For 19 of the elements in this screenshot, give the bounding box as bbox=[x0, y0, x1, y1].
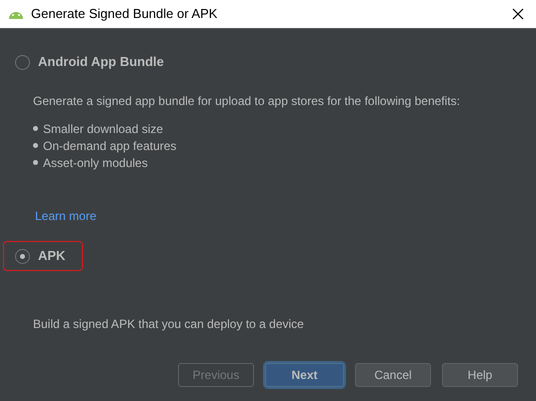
bullet-text: On-demand app features bbox=[43, 138, 176, 154]
radio-button[interactable] bbox=[15, 248, 30, 264]
android-icon bbox=[8, 9, 24, 19]
dialog-button[interactable]: Help bbox=[442, 363, 518, 387]
description-text: Generate a signed app bundle for upload to app stores for the following benefits: bbox=[33, 93, 461, 110]
bullet-icon bbox=[33, 160, 38, 165]
bullet-icon bbox=[33, 143, 38, 148]
bullet-icon bbox=[33, 126, 38, 131]
window-title: Generate Signed Bundle or APK bbox=[31, 5, 218, 24]
bullet-text: Asset-only modules bbox=[43, 154, 148, 172]
bullet-text: Smaller download size bbox=[43, 120, 164, 138]
dialog-button[interactable]: Cancel bbox=[355, 363, 431, 387]
learn-more-link[interactable]: Learn more bbox=[35, 207, 96, 225]
close-icon[interactable] bbox=[512, 8, 524, 20]
dialog-button[interactable]: Next bbox=[265, 363, 344, 387]
option-label[interactable]: APK bbox=[38, 246, 66, 266]
option-label[interactable]: Android App Bundle bbox=[38, 52, 164, 72]
description-text: Build a signed APK that you can deploy to a device bbox=[33, 316, 305, 333]
radio-button[interactable] bbox=[15, 54, 30, 70]
